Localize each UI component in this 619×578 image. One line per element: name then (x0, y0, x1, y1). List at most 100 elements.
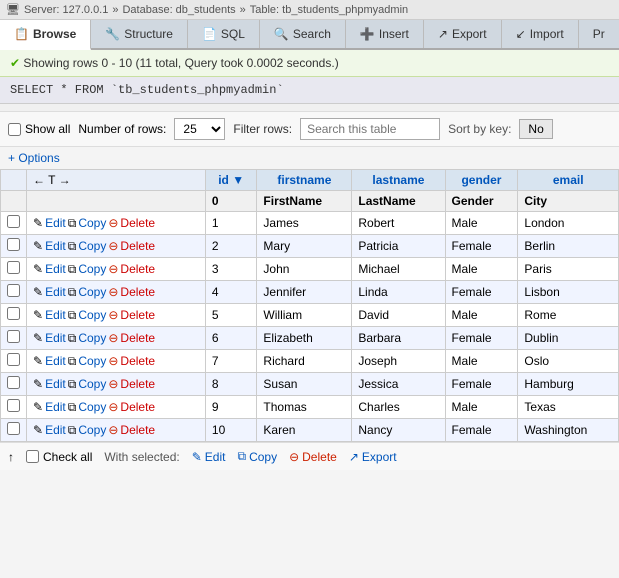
up-arrow-icon: ↑ (8, 450, 14, 464)
row-checkbox[interactable] (7, 399, 20, 412)
title-table: Table: tb_students_phpmyadmin (250, 4, 408, 16)
num-rows-select[interactable]: 25 50 100 (174, 118, 225, 140)
tab-structure[interactable]: 🔧 Structure (91, 20, 188, 48)
options-bar[interactable]: + Options (0, 147, 619, 169)
pencil-icon: ✎ (33, 354, 43, 368)
delete-icon: ⊖ (108, 377, 118, 391)
cell-lastname: Patricia (352, 235, 445, 258)
tab-export[interactable]: ↗ Export (424, 20, 502, 48)
delete-button[interactable]: Delete (120, 262, 155, 276)
tab-browse[interactable]: 📋 Browse (0, 20, 91, 50)
check-all-checkbox[interactable] (26, 450, 39, 463)
cell-firstname: Richard (257, 350, 352, 373)
no-button[interactable]: No (519, 119, 552, 139)
col-email[interactable]: email (518, 170, 619, 191)
edit-button[interactable]: Edit (45, 354, 66, 368)
table-row: ✎ Edit ⧉ Copy ⊖ Delete 6 Elizabeth Barba… (1, 327, 619, 350)
pencil-icon: ✎ (33, 423, 43, 437)
row-checkbox-cell (1, 212, 27, 235)
cell-lastname: Joseph (352, 350, 445, 373)
left-arrow-icon[interactable]: ← (33, 173, 45, 187)
cell-lastname: Barbara (352, 327, 445, 350)
with-selected-label: With selected: (104, 450, 179, 464)
row-checkbox[interactable] (7, 215, 20, 228)
show-all-label[interactable]: Show all (8, 122, 70, 136)
row-checkbox[interactable] (7, 422, 20, 435)
tab-pr[interactable]: Pr (579, 20, 619, 48)
cell-firstname: Jennifer (257, 281, 352, 304)
col-gender[interactable]: gender (445, 170, 518, 191)
delete-button[interactable]: Delete (120, 216, 155, 230)
tab-sql[interactable]: 📄 SQL (188, 20, 260, 48)
delete-button[interactable]: Delete (120, 354, 155, 368)
delete-button[interactable]: Delete (120, 377, 155, 391)
delete-icon: ⊖ (108, 423, 118, 437)
delete-button[interactable]: Delete (120, 239, 155, 253)
row-checkbox[interactable] (7, 284, 20, 297)
pencil-icon: ✎ (33, 308, 43, 322)
table-row: ✎ Edit ⧉ Copy ⊖ Delete 2 Mary Patricia F… (1, 235, 619, 258)
row-checkbox[interactable] (7, 376, 20, 389)
copy-button[interactable]: Copy (78, 216, 106, 230)
col-firstname[interactable]: firstname (257, 170, 352, 191)
row-checkbox[interactable] (7, 307, 20, 320)
cell-email: Texas (518, 396, 619, 419)
copy-button[interactable]: Copy (78, 262, 106, 276)
cell-id: 4 (205, 281, 257, 304)
edit-button[interactable]: Edit (45, 285, 66, 299)
copy-button[interactable]: Copy (78, 285, 106, 299)
cell-firstname: Susan (257, 373, 352, 396)
bottom-bar: ↑ Check all With selected: ✎ Edit ⧉ Copy… (0, 442, 619, 470)
tab-insert[interactable]: ➕ Insert (346, 20, 424, 48)
delete-button[interactable]: Delete (120, 308, 155, 322)
row-checkbox[interactable] (7, 261, 20, 274)
tab-search[interactable]: 🔍 Search (260, 20, 346, 48)
copy-button[interactable]: Copy (78, 354, 106, 368)
bottom-export-action[interactable]: ↗ Export (349, 450, 397, 464)
delete-button[interactable]: Delete (120, 400, 155, 414)
cell-email: Oslo (518, 350, 619, 373)
sql-query: SELECT * FROM `tb_students_phpmyadmin` (10, 83, 284, 97)
edit-button[interactable]: Edit (45, 423, 66, 437)
cell-email: Rome (518, 304, 619, 327)
bottom-edit-action[interactable]: ✎ Edit (192, 450, 226, 464)
delete-button[interactable]: Delete (120, 331, 155, 345)
copy-button[interactable]: Copy (78, 377, 106, 391)
delete-button[interactable]: Delete (120, 285, 155, 299)
edit-button[interactable]: Edit (45, 331, 66, 345)
row-checkbox[interactable] (7, 238, 20, 251)
copy-icon: ⧉ (68, 262, 77, 277)
edit-button[interactable]: Edit (45, 308, 66, 322)
bottom-delete-action[interactable]: ⊖ Delete (289, 450, 337, 464)
edit-button[interactable]: Edit (45, 377, 66, 391)
row-checkbox[interactable] (7, 353, 20, 366)
col-lastname[interactable]: lastname (352, 170, 445, 191)
right-arrow-icon[interactable]: → (59, 173, 71, 187)
col-id[interactable]: id ▼ (205, 170, 257, 191)
cell-gender: Female (445, 327, 518, 350)
bottom-copy-action[interactable]: ⧉ Copy (237, 449, 277, 464)
search-input[interactable] (300, 118, 440, 140)
tab-import[interactable]: ↙ Import (502, 20, 579, 48)
edit-button[interactable]: Edit (45, 262, 66, 276)
copy-button[interactable]: Copy (78, 239, 106, 253)
copy-button[interactable]: Copy (78, 308, 106, 322)
check-all-label[interactable]: Check all (26, 450, 92, 464)
import-icon: ↙ (516, 27, 526, 41)
edit-button[interactable]: Edit (45, 400, 66, 414)
header-id: 0 (205, 191, 257, 212)
row-actions: ✎ Edit ⧉ Copy ⊖ Delete (27, 304, 206, 327)
tab-bar: 📋 Browse 🔧 Structure 📄 SQL 🔍 Search ➕ In… (0, 20, 619, 50)
pencil-icon: ✎ (33, 331, 43, 345)
edit-button[interactable]: Edit (45, 239, 66, 253)
row-checkbox[interactable] (7, 330, 20, 343)
copy-button[interactable]: Copy (78, 331, 106, 345)
delete-button[interactable]: Delete (120, 423, 155, 437)
delete-icon-bottom: ⊖ (289, 450, 299, 464)
show-all-checkbox[interactable] (8, 123, 21, 136)
copy-button[interactable]: Copy (78, 423, 106, 437)
edit-button[interactable]: Edit (45, 216, 66, 230)
header-actions (27, 191, 206, 212)
copy-button[interactable]: Copy (78, 400, 106, 414)
cell-lastname: David (352, 304, 445, 327)
